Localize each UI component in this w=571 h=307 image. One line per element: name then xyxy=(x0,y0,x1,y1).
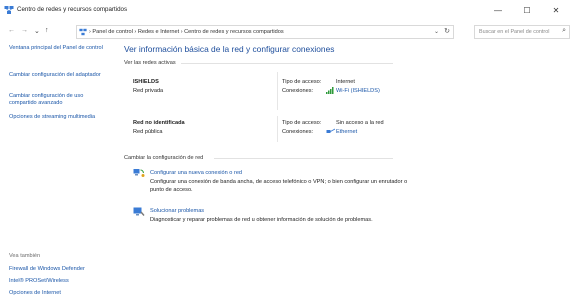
network-type: Red pública xyxy=(133,129,163,135)
search-box[interactable]: Buscar en el Panel de control ⌕ xyxy=(474,25,570,39)
change-settings-label: Cambiar la configuración de red xyxy=(124,155,204,161)
breadcrumb[interactable]: › Panel de control › Redes e Internet › … xyxy=(89,29,284,35)
sidebar-link-adapter-settings[interactable]: Cambiar configuración del adaptador xyxy=(9,72,109,79)
ethernet-connection-link[interactable]: Ethernet xyxy=(336,129,357,135)
access-type-label: Tipo de acceso: xyxy=(282,79,322,85)
back-arrow-icon[interactable]: ← xyxy=(8,27,15,34)
chevron-down-icon[interactable]: ⌄ xyxy=(34,27,40,35)
network-name: ISHIELDS xyxy=(133,79,159,85)
new-connection-icon xyxy=(133,169,145,177)
access-type-value: Sin acceso a la red xyxy=(336,120,384,126)
access-type-value: Internet xyxy=(336,79,355,85)
troubleshoot-link[interactable]: Solucionar problemas xyxy=(150,208,204,214)
ethernet-icon xyxy=(326,128,335,133)
control-panel-icon xyxy=(79,28,87,36)
sidebar-link-advanced-sharing[interactable]: Cambiar configuración de uso compartido … xyxy=(9,93,109,107)
network-center-icon xyxy=(4,6,14,14)
connections-label: Conexiones: xyxy=(282,129,314,135)
troubleshoot-icon xyxy=(133,207,145,216)
sidebar-link-control-panel-home[interactable]: Ventana principal del Panel de control xyxy=(9,45,109,52)
title-bar: Centro de redes y recursos compartidos —… xyxy=(0,0,571,22)
setup-new-connection-desc: Configurar una conexión de banda ancha, … xyxy=(150,179,408,193)
search-icon[interactable]: ⌕ xyxy=(562,27,566,35)
network-type: Red privada xyxy=(133,88,164,94)
forward-arrow-icon[interactable]: → xyxy=(21,27,28,34)
wifi-signal-icon xyxy=(326,87,334,94)
window-title: Centro de redes y recursos compartidos xyxy=(17,6,128,13)
see-also-heading: Vea también xyxy=(9,253,41,259)
see-also-firewall[interactable]: Firewall de Windows Defender xyxy=(9,266,109,273)
divider xyxy=(214,158,393,159)
access-type-label: Tipo de acceso: xyxy=(282,120,322,126)
connections-label: Conexiones: xyxy=(282,88,314,94)
divider xyxy=(181,63,393,64)
search-input[interactable]: Buscar en el Panel de control xyxy=(479,29,549,35)
minimize-button[interactable]: — xyxy=(484,0,512,22)
page-title: Ver información básica de la red y confi… xyxy=(124,44,335,54)
up-arrow-icon[interactable]: ↑ xyxy=(45,27,49,34)
divider xyxy=(277,116,278,142)
divider xyxy=(277,72,278,110)
setup-new-connection-link[interactable]: Configurar una nueva conexión o red xyxy=(150,170,242,176)
close-button[interactable]: ✕ xyxy=(542,0,570,22)
network-name: Red no identificada xyxy=(133,120,185,126)
see-also-internet-options[interactable]: Opciones de Internet xyxy=(9,290,109,297)
wifi-connection-link[interactable]: Wi-Fi (ISHIELDS) xyxy=(336,88,380,94)
maximize-button[interactable]: ☐ xyxy=(513,0,541,22)
address-bar[interactable]: › Panel de control › Redes e Internet › … xyxy=(76,25,454,39)
see-also-proset[interactable]: Intel® PROSet/Wireless xyxy=(9,278,109,285)
refresh-icon[interactable]: ↻ xyxy=(444,27,450,35)
active-networks-label: Ver las redes activas xyxy=(124,60,176,66)
address-dropdown-icon[interactable]: ⌄ xyxy=(434,28,439,35)
troubleshoot-desc: Diagnosticar y reparar problemas de red … xyxy=(150,217,373,223)
sidebar-link-media-streaming[interactable]: Opciones de streaming multimedia xyxy=(9,114,109,121)
